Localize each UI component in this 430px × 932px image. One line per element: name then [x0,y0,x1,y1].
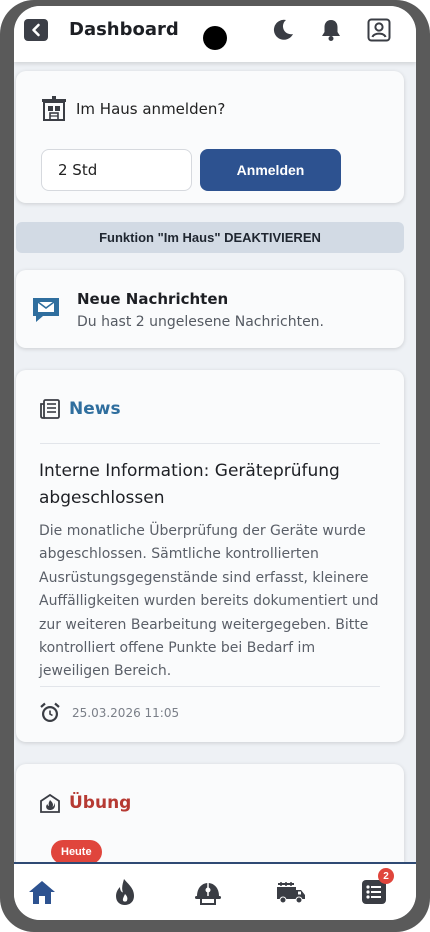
uebung-heading: Übung [69,793,132,813]
bottom-navigation: 2 [14,862,416,920]
news-item-body: Die monatliche Überprüfung der Geräte wu… [39,523,379,680]
user-icon [367,18,391,42]
page-title: Dashboard [69,19,179,40]
firefighter-helmet-icon [195,883,221,905]
news-header: News [39,398,121,420]
dashboard-content: Im Haus anmelden? Anmelden Funktion "Im … [14,62,416,894]
nav-einsaetze[interactable] [105,872,145,912]
messages-subtitle: Du hast 2 ungelesene Nachrichten. [77,314,325,330]
news-divider-bottom [40,686,380,687]
fire-icon [116,879,134,905]
fire-truck-icon [277,882,305,904]
im-haus-card: Im Haus anmelden? Anmelden [16,71,404,203]
fire-station-icon [42,96,66,121]
chevron-left-icon [32,23,40,37]
alarm-clock-icon [40,702,60,722]
nav-home[interactable] [22,872,62,912]
messages-icon-wrap [30,295,62,330]
messages-title: Neue Nachrichten [77,290,229,308]
nav-fahrzeuge[interactable] [271,872,311,912]
camera-notch [203,26,227,50]
back-button[interactable] [24,19,48,41]
bell-icon [322,20,340,41]
news-date-row: 25.03.2026 11:05 [39,702,179,724]
im-haus-prompt: Im Haus anmelden? [76,100,226,118]
today-badge: Heute [51,840,102,864]
news-item-title[interactable]: Interne Information: Geräteprüfung abges… [39,458,379,512]
news-card: News Interne Information: Geräteprüfung … [16,370,404,742]
newspaper-icon [40,399,60,419]
moon-icon [273,19,293,40]
screen: Dashboard Im Haus anmelden? 2 Std Anmeld… [14,6,416,920]
profile-button[interactable] [366,17,392,43]
app-bar: Dashboard [14,6,416,62]
news-heading: News [69,399,121,419]
nav-liste[interactable]: 2 [354,868,394,912]
messages-card[interactable]: Neue Nachrichten Du hast 2 ungelesene Na… [16,270,404,348]
fire-building-icon [40,793,60,813]
news-divider-top [40,443,380,444]
uebung-header: Übung [39,792,131,814]
im-haus-header: Im Haus anmelden? [40,95,225,123]
nav-personal[interactable] [188,872,228,912]
news-date: 25.03.2026 11:05 [72,706,180,720]
hours-input[interactable] [41,149,192,191]
notifications-button[interactable] [318,17,344,43]
deactivate-im-haus-button[interactable]: Funktion "Im Haus" DEAKTIVIEREN [16,222,404,253]
home-icon [29,881,55,904]
anmelden-button[interactable]: Anmelden [200,149,341,191]
phone-frame: Dashboard Im Haus anmelden? 2 Std Anmeld… [0,0,430,932]
unread-count-badge: 2 [378,868,394,884]
chat-envelope-icon [33,298,59,322]
dark-mode-toggle[interactable] [270,17,296,43]
